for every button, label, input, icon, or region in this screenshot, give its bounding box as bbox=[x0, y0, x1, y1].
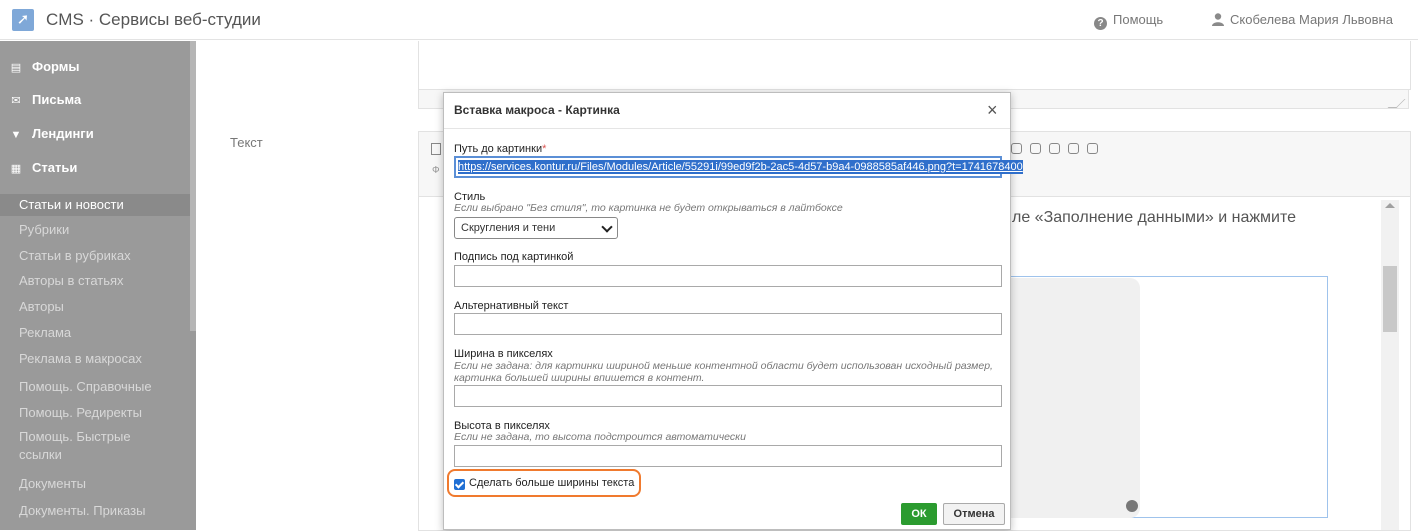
wider-than-text-checkbox[interactable] bbox=[454, 479, 465, 490]
sidebar-item-authors-in-articles[interactable]: Авторы в статьях bbox=[0, 270, 190, 292]
rocket-logo-icon[interactable]: ➚ bbox=[12, 9, 34, 31]
toolbar-format-fragment: Ф bbox=[432, 165, 440, 176]
previous-field-editor[interactable] bbox=[418, 41, 1411, 90]
sidebar-item-ads[interactable]: Реклама bbox=[0, 322, 190, 344]
sidebar-item-help-reference[interactable]: Помощь. Справочные bbox=[0, 376, 190, 398]
width-hint: Если не задана: для картинки шириной мен… bbox=[454, 360, 993, 384]
sidebar-item-forms[interactable]: ▤ Формы bbox=[0, 56, 190, 78]
caption-label: Подпись под картинкой bbox=[454, 251, 574, 263]
toolbar-link-icon[interactable] bbox=[1087, 143, 1098, 154]
dialog-header: Вставка макроса - Картинка × bbox=[444, 93, 1010, 129]
sidebar-item-authors[interactable]: Авторы bbox=[0, 296, 190, 318]
required-mark: * bbox=[542, 143, 547, 155]
toolbar-image-icon[interactable] bbox=[1049, 143, 1060, 154]
filter-icon: ▼ bbox=[10, 129, 22, 141]
user-menu[interactable]: Скобелева Мария Львовна bbox=[1212, 12, 1393, 27]
height-input[interactable] bbox=[454, 445, 1002, 467]
sidebar-item-articles-news[interactable]: Статьи и новости bbox=[0, 194, 190, 216]
style-hint: Если выбрано "Без стиля", то картинка не… bbox=[454, 202, 843, 214]
width-label: Ширина в пикселях bbox=[454, 348, 553, 360]
height-hint: Если не задана, то высота подстроится ав… bbox=[454, 431, 746, 443]
help-bubble-icon bbox=[1126, 500, 1138, 512]
source-icon[interactable] bbox=[431, 143, 441, 155]
editor-paragraph-fragment: ле «Заполнение данными» и нажмите bbox=[1012, 209, 1297, 226]
image-path-input[interactable]: https://services.kontur.ru/Files/Modules… bbox=[454, 156, 1023, 178]
toolbar-download-icon[interactable] bbox=[1030, 143, 1041, 154]
sidebar-item-landings[interactable]: ▼ Лендинги bbox=[0, 123, 190, 145]
width-input[interactable] bbox=[454, 385, 1002, 407]
sidebar-item-help-redirects[interactable]: Помощь. Редиректы bbox=[0, 402, 190, 424]
toolbar-settings-icon[interactable] bbox=[1011, 143, 1022, 154]
sidebar-item-letters[interactable]: ✉ Письма bbox=[0, 89, 190, 111]
close-icon[interactable]: × bbox=[987, 101, 998, 119]
help-link[interactable]: ? Помощь bbox=[1094, 12, 1163, 30]
dialog-title: Вставка макроса - Картинка bbox=[454, 103, 620, 117]
style-select-value: Скругления и тени bbox=[461, 222, 556, 234]
alt-text-label: Альтернативный текст bbox=[454, 300, 569, 312]
sidebar-item-ads-in-macros[interactable]: Реклама в макросах bbox=[0, 348, 190, 370]
style-select[interactable]: Скругления и тени bbox=[454, 217, 618, 239]
database-icon: ▤ bbox=[10, 62, 22, 74]
editor-image-content bbox=[1008, 278, 1140, 518]
alt-text-input[interactable] bbox=[454, 313, 1002, 335]
sidebar-item-documents-orders[interactable]: Документы. Приказы bbox=[0, 500, 190, 522]
caption-input[interactable] bbox=[454, 265, 1002, 287]
insert-image-macro-dialog: Вставка макроса - Картинка × Путь до кар… bbox=[443, 92, 1023, 530]
top-bar: ➚ CMS · Сервисы веб-студии ? Помощь Скобе… bbox=[0, 0, 1418, 40]
text-field-label: Текст bbox=[230, 135, 263, 150]
sidebar-item-articles-in-rubrics[interactable]: Статьи в рубриках bbox=[0, 245, 190, 267]
user-icon bbox=[1212, 13, 1224, 26]
chevron-down-icon bbox=[601, 221, 613, 233]
cancel-button[interactable]: Отмена bbox=[943, 503, 1005, 525]
wider-than-text-label[interactable]: Сделать больше ширины текста bbox=[469, 477, 634, 489]
editor-scrollbar-thumb[interactable] bbox=[1383, 266, 1397, 332]
editor-scrollbar[interactable] bbox=[1381, 200, 1399, 530]
sidebar-item-articles[interactable]: ▦ Статьи bbox=[0, 157, 190, 179]
help-label: Помощь bbox=[1113, 12, 1164, 27]
ok-button[interactable]: ОК bbox=[901, 503, 937, 525]
toolbar-scan-icon[interactable] bbox=[1068, 143, 1079, 154]
app-title[interactable]: CMS · Сервисы веб-студии bbox=[46, 10, 261, 30]
envelope-icon: ✉ bbox=[11, 95, 21, 107]
user-name: Скобелева Мария Львовна bbox=[1230, 12, 1393, 27]
scroll-up-arrow-icon[interactable] bbox=[1385, 203, 1395, 208]
sidebar-item-documents[interactable]: Документы bbox=[0, 473, 190, 495]
path-label: Путь до картинки* bbox=[454, 143, 547, 155]
document-icon: ▦ bbox=[10, 163, 22, 175]
sidebar-item-rubrics[interactable]: Рубрики bbox=[0, 219, 190, 241]
image-path-value: https://services.kontur.ru/Files/Modules… bbox=[458, 160, 1023, 174]
sidebar-item-help-quick-links[interactable]: Помощь. Быстрые ссылки bbox=[0, 428, 150, 468]
sidebar-scrollbar[interactable] bbox=[190, 41, 196, 331]
question-circle-icon: ? bbox=[1094, 17, 1107, 30]
